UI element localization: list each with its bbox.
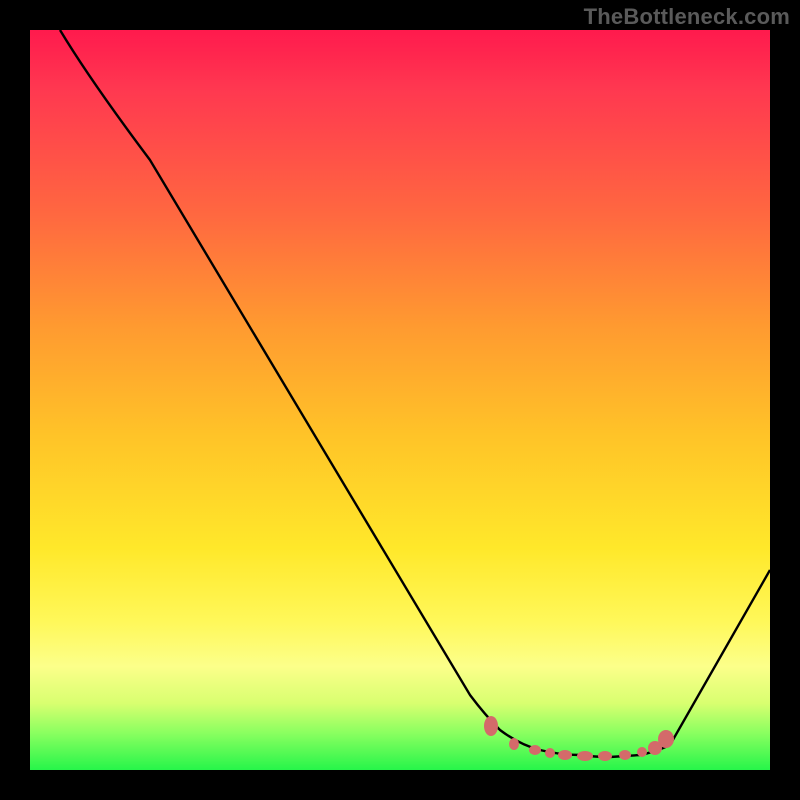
marker-dot	[619, 750, 631, 760]
marker-dot	[558, 750, 572, 760]
marker-dot	[509, 738, 519, 750]
marker-dot	[658, 730, 674, 748]
marker-dot	[545, 748, 555, 758]
bottleneck-curve-path	[60, 30, 770, 757]
marker-dot	[637, 747, 647, 757]
marker-dot	[598, 751, 612, 761]
watermark-text: TheBottleneck.com	[584, 4, 790, 30]
marker-dot	[484, 716, 498, 736]
marker-dot	[648, 741, 662, 755]
marker-dot	[577, 751, 593, 761]
chart-area	[30, 30, 770, 770]
curve-svg	[30, 30, 770, 770]
marker-dot	[529, 745, 541, 755]
marker-dots	[484, 716, 674, 761]
